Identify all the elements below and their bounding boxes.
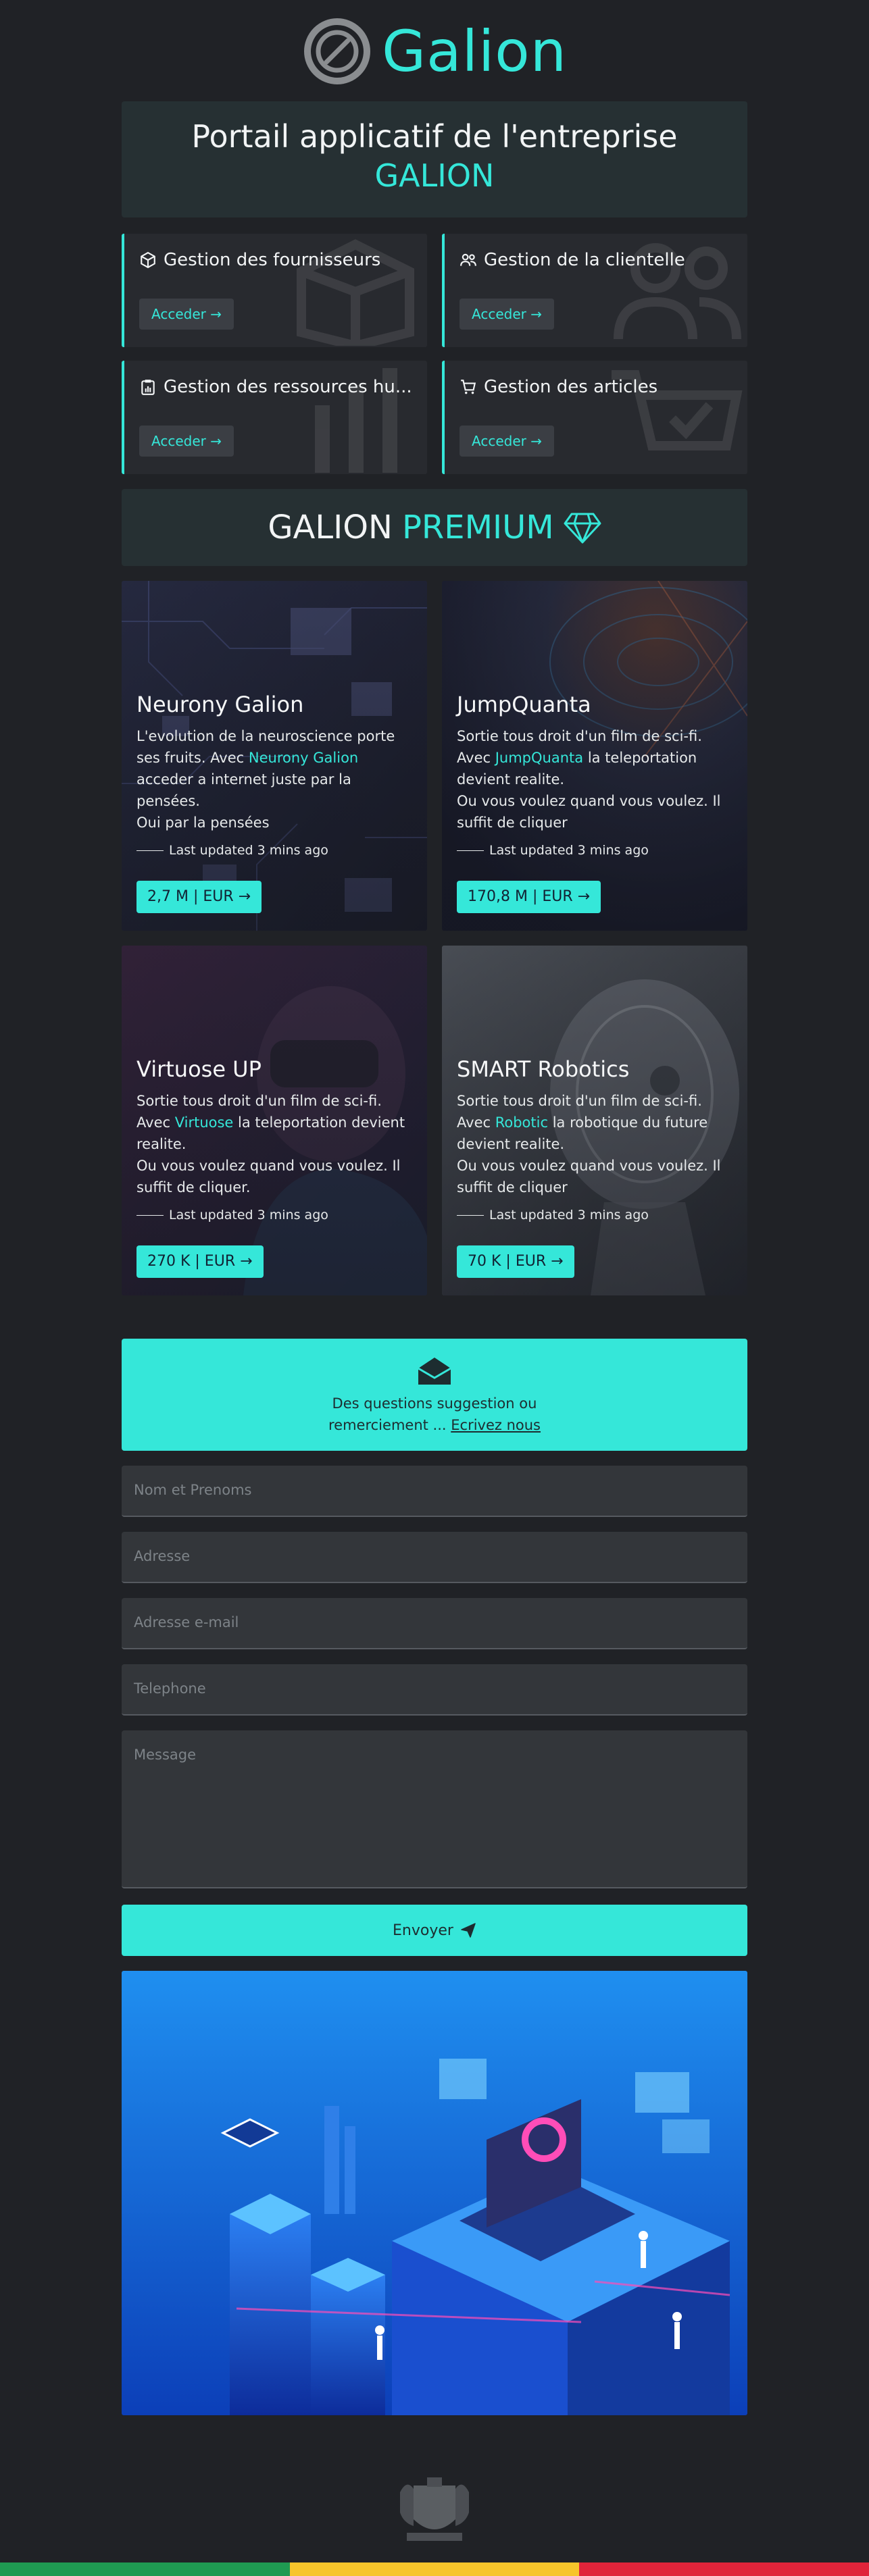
card-label: Gestion des ressources hu... [164,377,412,397]
isometric-city-image [122,1971,747,2415]
product-title: JumpQuanta [457,692,591,717]
write-us-link[interactable]: Ecrivez nous [451,1417,541,1433]
flag-yellow [289,2562,580,2576]
premium-word1: GALION [268,509,393,546]
product-title: SMART Robotics [457,1056,630,1082]
portal-subtitle: GALION [374,157,495,194]
address-field[interactable]: Adresse [122,1532,747,1583]
message-field[interactable]: Message [122,1730,747,1888]
product-card-smart-robotics[interactable]: SMART Robotics Sortie tous droit d'un fi… [442,946,747,1295]
box-icon [141,251,155,269]
national-flag-stripe [0,2562,869,2576]
card-label: Gestion de la clientelle [484,250,685,270]
phone-field[interactable]: Telephone [122,1664,747,1716]
product-card-neurony[interactable]: Neurony Galion L'evolution de la neurosc… [122,581,427,931]
product-card-virtuose[interactable]: Virtuose UP Sortie tous droit d'un film … [122,946,427,1295]
card-label: Gestion des fournisseurs [164,250,381,270]
send-label: Envoyer [393,1922,453,1939]
premium-word2: PREMIUM [401,509,554,546]
email-field[interactable]: Adresse e-mail [122,1598,747,1649]
card-label: Gestion des articles [484,377,658,397]
product-description: Sortie tous droit d'un film de sci-fi. A… [457,728,721,831]
product-description: L'evolution de la neuroscience porte ses… [136,728,395,831]
envelope-open-icon [418,1358,451,1385]
acceder-button[interactable]: Acceder → [139,426,234,457]
price-button[interactable]: 170,8 M | EUR → [457,881,601,913]
acceder-button[interactable]: Acceder → [139,299,234,330]
paper-plane-icon [461,1923,476,1938]
last-updated: Last updated 3 mins ago [169,843,328,858]
name-field[interactable]: Nom et Prenoms [122,1466,747,1517]
cart-icon [461,380,476,394]
portal-title-box: Portail applicatif de l'entreprise GALIO… [122,101,747,217]
clipboard-chart-icon [141,380,155,395]
product-card-jumpquanta[interactable]: JumpQuanta Sortie tous droit d'un film d… [442,581,747,931]
last-updated: Last updated 3 mins ago [489,843,649,858]
galion-logo-icon [304,18,371,84]
brand-name: Galion [382,18,567,84]
contact-banner: Des questions suggestion ou remerciement… [122,1339,747,1451]
contact-text-line2: remerciement ... [328,1417,451,1433]
card-suppliers: Gestion des fournisseurs Acceder → [122,234,427,347]
product-title: Neurony Galion [136,692,304,717]
premium-banner: GALION PREMIUM [122,489,747,566]
product-description: Sortie tous droit d'un film de sci-fi. A… [136,1093,405,1195]
users-icon [460,253,476,266]
portal-title: Portail applicatif de l'entreprise [191,118,678,155]
product-description: Sortie tous droit d'un film de sci-fi. A… [457,1093,721,1195]
isometric-tech-illustration [122,1971,747,2415]
acceder-button[interactable]: Acceder → [460,426,554,457]
price-button[interactable]: 70 K | EUR → [457,1245,574,1278]
acceder-button[interactable]: Acceder → [460,299,554,330]
brand-logo[interactable]: Galion [0,9,869,93]
product-title: Virtuose UP [136,1056,262,1082]
card-hr: Gestion des ressources hu... Acceder → [122,361,427,474]
contact-text-line1: Des questions suggestion ou [332,1395,537,1412]
coat-of-arms-icon [400,2477,469,2541]
card-articles: Gestion des articles Acceder → [442,361,747,474]
diamond-icon [564,513,601,544]
last-updated: Last updated 3 mins ago [169,1208,328,1222]
flag-green [0,2562,290,2576]
card-clients: Gestion de la clientelle Acceder → [442,234,747,347]
flag-red [579,2562,869,2576]
send-button[interactable]: Envoyer [122,1905,747,1956]
price-button[interactable]: 270 K | EUR → [136,1245,264,1278]
price-button[interactable]: 2,7 M | EUR → [136,881,262,913]
last-updated: Last updated 3 mins ago [489,1208,649,1222]
